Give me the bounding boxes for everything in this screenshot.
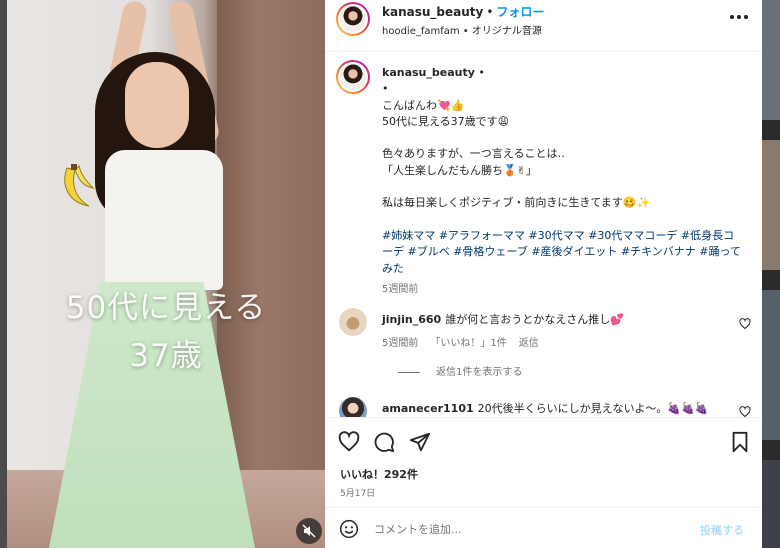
comment-likes[interactable]: 「いいね！」1件: [430, 338, 506, 349]
view-replies-label: 返信1件を表示する: [436, 367, 523, 378]
send-icon[interactable]: [409, 431, 431, 453]
caption-line: 「人生楽しんだもん勝ち🥉✌」: [382, 163, 537, 177]
caption-avatar[interactable]: [336, 60, 370, 94]
post-comment-button[interactable]: 投稿する: [700, 522, 744, 538]
emoji-icon[interactable]: [339, 519, 359, 539]
mute-icon: [302, 524, 316, 538]
comment-username[interactable]: jinjin_660: [382, 313, 441, 326]
caption-username[interactable]: kanasu_beauty: [382, 66, 475, 79]
comment-text: 誰が何と言おうとかなえさん推し💕: [445, 313, 624, 326]
caption-timestamp: 5週間前: [382, 283, 419, 295]
mute-button[interactable]: [296, 518, 322, 544]
replies-divider: [398, 371, 420, 373]
comment-meta: 5週間前 「いいね！」1件 返信: [382, 334, 551, 349]
comment-username[interactable]: amanecer1101: [382, 402, 474, 415]
comment-like-icon[interactable]: [739, 406, 751, 417]
comment-like-icon[interactable]: [739, 318, 751, 330]
video-overlay-text: 50代に見える: [65, 290, 267, 326]
comment-composer: 投稿する: [325, 507, 762, 548]
caption-separator: •: [474, 66, 485, 79]
post-caption: kanasu_beauty • • こんばんわ💘👍 50代に見える37歳です😩 …: [382, 65, 742, 298]
comment-text-row: amanecer1101 20代後半くらいにしか見えないよ〜。🍇🍇🍇: [382, 400, 709, 416]
avatar[interactable]: [336, 2, 370, 36]
caption-line: •: [382, 82, 389, 96]
caption-hashtags[interactable]: #姉妹ママ #アラフォーママ #30代ママ #30代ママコーデ #低身長コーデ …: [382, 228, 742, 277]
heart-icon[interactable]: [338, 431, 360, 453]
post-video[interactable]: 50代に見える 37歳: [7, 0, 325, 548]
video-door: [217, 0, 325, 470]
video-blouse: [105, 150, 223, 290]
caption-line: 50代に見える37歳です😩: [382, 114, 510, 128]
banana-icon: [64, 164, 95, 207]
caption-line: [382, 130, 742, 146]
comment-time: 5週間前: [382, 338, 419, 349]
caption-line: 私は毎日楽しくポジティブ・前向きに生きてます🥴✨: [382, 196, 651, 210]
caption-line: [382, 212, 742, 228]
caption-line: [382, 179, 742, 195]
video-face: [125, 62, 189, 148]
view-replies-button[interactable]: 返信1件を表示する: [398, 363, 522, 378]
action-bar: いいね！292件 5月17日: [325, 417, 762, 507]
caption-line: 色々ありますが、一つ言えることは‥: [382, 147, 565, 161]
comments-scroll-area[interactable]: kanasu_beauty • • こんばんわ💘👍 50代に見える37歳です😩 …: [325, 53, 762, 417]
likes-count[interactable]: いいね！292件: [340, 466, 418, 482]
comment-avatar[interactable]: [339, 308, 367, 336]
audio-link[interactable]: hoodie_famfam • オリジナル音源: [382, 22, 542, 37]
comment-input[interactable]: [374, 520, 674, 538]
comment-reply-button[interactable]: 返信: [519, 338, 539, 349]
post-header: kanasu_beauty • フォロー hoodie_famfam • オリジナル…: [325, 0, 762, 52]
comment-icon[interactable]: [373, 431, 395, 453]
follow-button[interactable]: フォロー: [496, 5, 544, 19]
comment-text-row: jinjin_660 誰が何と言おうとかなえさん推し💕: [382, 311, 624, 327]
instagram-post-modal: 50代に見える 37歳 kanasu_beauty • フォロー hoodie_fa…: [0, 0, 780, 548]
header-username[interactable]: kanasu_beauty: [382, 5, 483, 19]
more-options-button[interactable]: [730, 12, 748, 22]
background-page-strip: [762, 0, 780, 548]
caption-line: こんばんわ💘👍: [382, 98, 465, 112]
header-user-line: kanasu_beauty • フォロー: [382, 3, 544, 20]
post-details-panel: kanasu_beauty • フォロー hoodie_famfam • オリジナル…: [325, 0, 762, 548]
comment-avatar[interactable]: [339, 397, 367, 417]
header-separator: •: [486, 5, 494, 19]
bookmark-icon[interactable]: [729, 431, 751, 453]
comment-text: 20代後半くらいにしか見えないよ〜。🍇🍇🍇: [477, 402, 709, 415]
post-date: 5月17日: [340, 489, 376, 499]
video-overlay-text: 37歳: [129, 338, 203, 374]
